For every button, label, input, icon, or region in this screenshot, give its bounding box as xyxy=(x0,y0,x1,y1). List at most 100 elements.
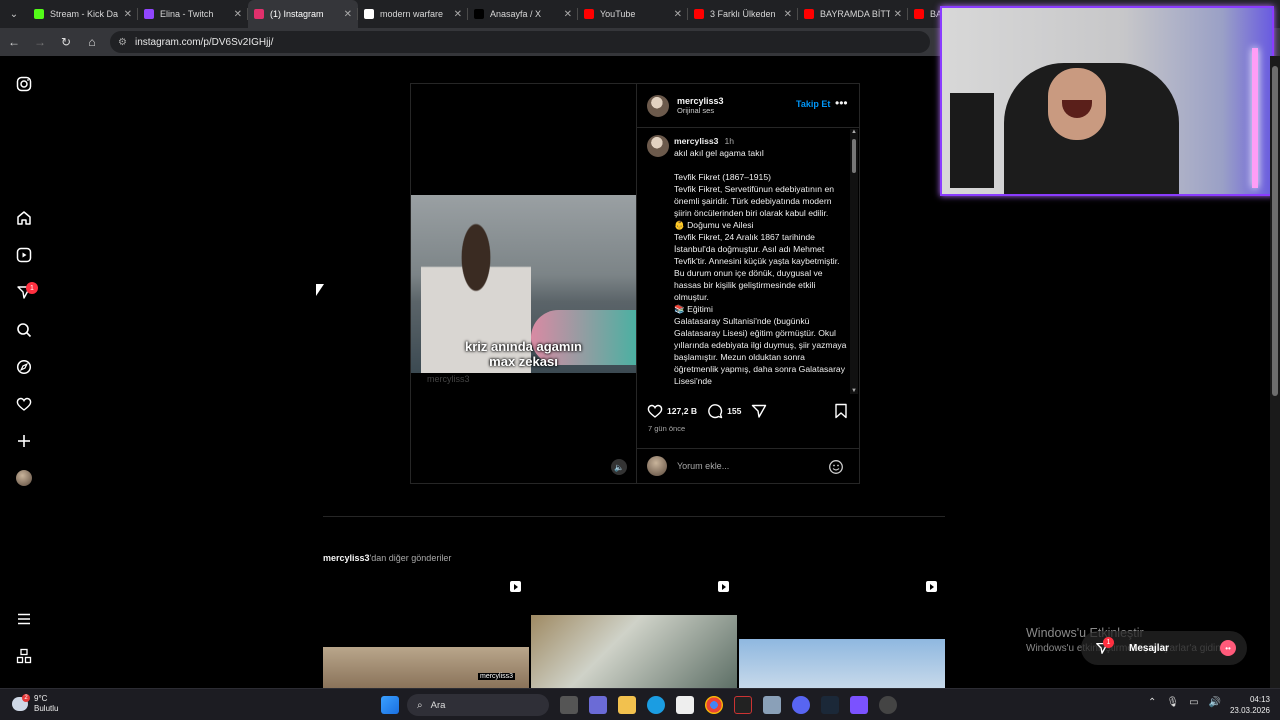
close-tab-icon[interactable]: ✕ xyxy=(894,9,902,20)
caption-line xyxy=(674,159,850,171)
tab-favicon-icon xyxy=(804,9,814,19)
browser-tab[interactable]: YouTube ✕ xyxy=(578,0,688,28)
tab-title: YouTube xyxy=(600,9,636,19)
browser-tab[interactable]: Stream - Kick Da ✕ xyxy=(28,0,138,28)
search-icon: ⌕ xyxy=(417,699,423,711)
home-button[interactable]: ⌂ xyxy=(80,30,104,54)
home-icon[interactable] xyxy=(14,208,34,228)
weather-widget[interactable]: 2 9°C Bulutlu xyxy=(12,694,58,714)
close-tab-icon[interactable]: ✕ xyxy=(564,9,572,20)
more-posts-grid: mercyliss3 xyxy=(323,575,945,688)
caption-scrollbar[interactable]: ▲ ▼ xyxy=(850,129,858,394)
address-bar[interactable]: ⚙ instagram.com/p/DV6Sv2IGHjj/ xyxy=(110,31,930,53)
store-icon[interactable] xyxy=(676,696,694,714)
close-tab-icon[interactable]: ✕ xyxy=(454,9,462,20)
more-posts-username[interactable]: mercyliss3 xyxy=(323,553,370,563)
audio-label[interactable]: Orijinal ses xyxy=(677,106,724,115)
bookmark-icon[interactable] xyxy=(834,403,848,419)
caption-area: mercyliss3 1h akıl akıl gel agama takıl Te… xyxy=(637,129,860,394)
tab-favicon-icon xyxy=(144,9,154,19)
clock-date: 23.03.2026 xyxy=(1229,706,1270,715)
browser-tab[interactable]: (1) Instagram ✕ xyxy=(248,0,358,28)
comment-icon[interactable] xyxy=(707,403,723,419)
task-view-icon[interactable] xyxy=(560,696,578,714)
settings-icon[interactable] xyxy=(763,696,781,714)
browser-tab[interactable]: BAYRAMDA BİTT ✕ xyxy=(798,0,908,28)
volume-icon[interactable]: 🔊 xyxy=(1209,697,1221,708)
close-tab-icon[interactable]: ✕ xyxy=(234,9,242,20)
post-date[interactable]: 7 gün önce xyxy=(648,424,685,433)
menu-icon[interactable] xyxy=(14,609,34,629)
like-count[interactable]: 127,2 B xyxy=(667,406,697,416)
windows-taskbar: 2 9°C Bulutlu ⌕ Ara ⌃ 🎙 ▭ 🔊 04:13 23.03.20… xyxy=(0,688,1280,720)
reload-button[interactable]: ↻ xyxy=(54,30,78,54)
browser-tab[interactable]: modern warfare ✕ xyxy=(358,0,468,28)
grid-post[interactable] xyxy=(531,575,737,688)
tab-search-button[interactable]: ⌄ xyxy=(0,0,28,28)
browser-tab[interactable]: 3 Farklı Ülkeden ✕ xyxy=(688,0,798,28)
author-avatar[interactable] xyxy=(647,94,669,117)
more-posts-heading: mercyliss3'dan diğer gönderiler xyxy=(323,553,451,563)
chevron-up-icon[interactable]: ⌃ xyxy=(1148,697,1156,708)
emoji-icon[interactable] xyxy=(828,459,844,475)
taskbar-search[interactable]: ⌕ Ara xyxy=(407,694,549,716)
profile-avatar[interactable] xyxy=(14,468,34,488)
caption-line: Tevfik Fikret (1867–1915) xyxy=(674,172,771,182)
tab-title: Stream - Kick Da xyxy=(50,9,119,19)
caption-avatar[interactable] xyxy=(647,135,669,157)
grid-post[interactable] xyxy=(739,575,945,688)
file-explorer-icon[interactable] xyxy=(618,696,636,714)
more-options-icon[interactable]: ••• xyxy=(835,96,848,110)
messages-button[interactable]: 1 Mesajlar •• xyxy=(1081,631,1247,665)
tab-favicon-icon xyxy=(364,9,374,19)
search-placeholder: Ara xyxy=(430,699,446,711)
app-icon[interactable] xyxy=(850,696,868,714)
caption-username[interactable]: mercyliss3 xyxy=(674,136,718,146)
obs-icon[interactable] xyxy=(879,696,897,714)
browser-tab[interactable]: Anasayfa / X ✕ xyxy=(468,0,578,28)
streamer-webcam xyxy=(940,6,1274,196)
create-icon[interactable] xyxy=(14,431,34,451)
forward-button[interactable]: → xyxy=(28,30,52,54)
steam-icon[interactable] xyxy=(821,696,839,714)
instagram-icon[interactable] xyxy=(14,74,34,94)
post-video[interactable]: kriz anında agamın max zekası mercyliss3… xyxy=(411,84,636,483)
url-text: instagram.com/p/DV6Sv2IGHjj/ xyxy=(134,36,274,48)
clock-time: 04:13 xyxy=(1249,695,1270,704)
meta-icon[interactable] xyxy=(14,646,34,666)
author-username[interactable]: mercyliss3 xyxy=(677,96,724,106)
share-icon[interactable] xyxy=(751,403,767,419)
back-button[interactable]: ← xyxy=(2,30,26,54)
follow-button[interactable]: Takip Et xyxy=(796,99,830,109)
search-icon[interactable] xyxy=(14,320,34,340)
close-tab-icon[interactable]: ✕ xyxy=(674,9,682,20)
taskbar-clock[interactable]: 04:13 23.03.2026 xyxy=(1226,694,1270,716)
mute-icon[interactable]: 🔈 xyxy=(611,459,627,475)
notifications-icon[interactable] xyxy=(14,394,34,414)
close-tab-icon[interactable]: ✕ xyxy=(784,9,792,20)
start-icon[interactable] xyxy=(381,696,399,714)
tab-favicon-icon xyxy=(254,9,264,19)
video-caption-line: kriz anında agamın xyxy=(464,339,583,354)
display-icon[interactable]: ▭ xyxy=(1189,697,1198,708)
capcut-icon[interactable] xyxy=(734,696,752,714)
grid-post[interactable]: mercyliss3 xyxy=(323,575,529,688)
discord-icon[interactable] xyxy=(792,696,810,714)
browser-tab[interactable]: Elina - Twitch ✕ xyxy=(138,0,248,28)
chrome-icon[interactable] xyxy=(705,696,723,714)
messages-badge: 1 xyxy=(26,282,38,294)
like-icon[interactable] xyxy=(647,403,663,419)
copilot-icon[interactable] xyxy=(589,696,607,714)
edge-icon[interactable] xyxy=(647,696,665,714)
close-tab-icon[interactable]: ✕ xyxy=(344,9,352,20)
site-info-icon[interactable]: ⚙ xyxy=(118,37,127,48)
page-scrollbar[interactable] xyxy=(1270,56,1280,688)
reels-icon[interactable] xyxy=(14,245,34,265)
comment-input[interactable]: Yorum ekle... xyxy=(677,461,729,471)
close-tab-icon[interactable]: ✕ xyxy=(124,9,132,20)
messages-label: Mesajlar xyxy=(1129,642,1170,654)
explore-icon[interactable] xyxy=(14,357,34,377)
microphone-icon[interactable]: 🎙 xyxy=(1166,697,1179,708)
comment-count[interactable]: 155 xyxy=(727,406,741,416)
tab-favicon-icon xyxy=(694,9,704,19)
